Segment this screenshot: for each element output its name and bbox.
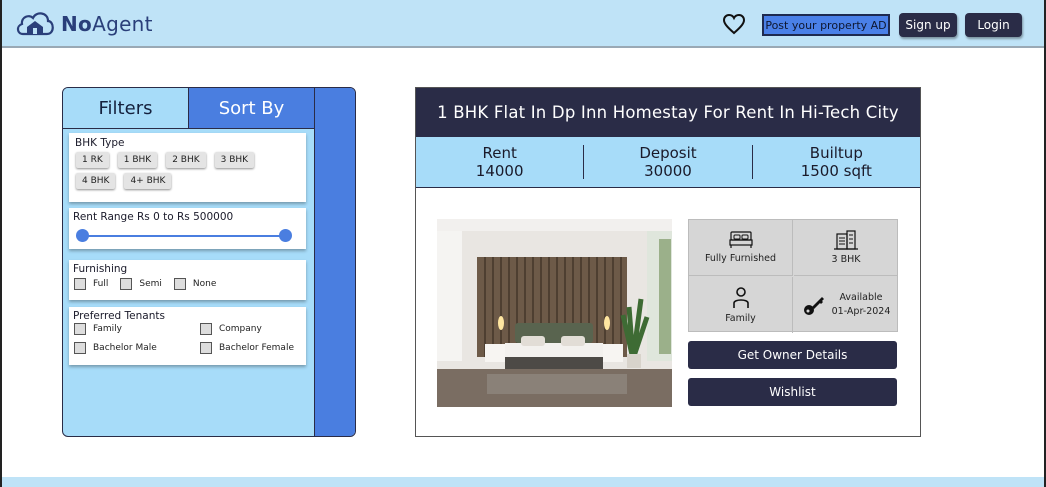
checkbox[interactable] [74,323,86,335]
builtup-stat: Builtup 1500 sqft [753,137,920,187]
bhk-feature-label: 3 BHK [831,254,861,265]
preferred-tenants-card: Preferred Tenants Family Company Bachelo… [69,307,306,365]
deposit-label: Deposit [639,144,697,162]
builtup-value: 1500 sqft [800,162,872,180]
furnishing-option-none[interactable]: None [173,278,216,290]
rent-range-card: Rent Range Rs 0 to Rs 500000 [69,208,306,249]
post-property-ad-button[interactable]: Post your property AD [762,14,890,36]
checkbox[interactable] [173,278,186,290]
bhk-feature: 3 BHK [794,220,898,276]
deposit-stat: Deposit 30000 [584,137,751,187]
checkbox[interactable] [200,342,212,354]
bhk-type-title: BHK Type [75,137,125,149]
footer-bar [2,477,1044,487]
bhk-chip-4bhk[interactable]: 4 BHK [76,173,116,189]
login-button[interactable]: Login [965,13,1022,37]
rent-label: Rent [482,144,517,162]
bhk-chip-4plus-bhk[interactable]: 4+ BHK [124,173,172,189]
bhk-chip-1rk[interactable]: 1 RK [76,152,109,168]
building-icon [834,230,858,250]
bhk-chip-1bhk[interactable]: 1 BHK [117,152,158,168]
furnishing-option-full[interactable]: Full [74,278,108,290]
filter-panel: Filters Sort By BHK Type 1 RK 1 BHK 2 BH… [62,87,356,437]
checkbox[interactable] [74,342,86,354]
checkbox[interactable] [120,278,133,290]
top-header: NoAgent Post your property AD Sign up Lo… [2,0,1044,48]
furnishing-option-semi[interactable]: Semi [120,278,162,290]
tenant-feature: Family [689,277,793,333]
bhk-chip-group: 1 RK 1 BHK 2 BHK 3 BHK 4 BHK 4+ BHK [75,152,300,189]
listing-title[interactable]: 1 BHK Flat In Dp Inn Homestay For Rent I… [416,88,920,136]
bhk-type-card: BHK Type 1 RK 1 BHK 2 BHK 3 BHK 4 BHK 4+… [69,133,306,202]
key-icon [803,297,824,315]
wishlist-button[interactable]: Wishlist [688,378,897,406]
rent-min-handle[interactable] [76,229,89,242]
side-strip [314,88,355,436]
tab-sort-by[interactable]: Sort By [189,88,314,129]
bed-icon [728,231,753,248]
preferred-tenants-title: Preferred Tenants [73,310,165,322]
tab-filters[interactable]: Filters [63,88,189,129]
checkbox[interactable] [200,323,212,335]
available-date: 01-Apr-2024 [831,306,891,317]
availability-feature: Available 01-Apr-2024 [794,277,898,333]
listing-stats-bar: Rent 14000 Deposit 30000 Builtup 1500 sq… [416,136,920,188]
logo-text: NoAgent [61,12,153,36]
property-listing-card: 1 BHK Flat In Dp Inn Homestay For Rent I… [415,87,921,437]
furnishing-feature-label: Fully Furnished [704,253,777,264]
furnishing-feature: Fully Furnished [689,220,793,276]
feature-grid: Fully Furnished 3 BHK Family Available 0… [688,219,898,333]
available-label: Available [839,292,883,303]
builtup-label: Builtup [809,144,863,162]
tenant-option-family[interactable]: Family [74,323,200,335]
furnishing-title: Furnishing [73,263,128,275]
rent-stat: Rent 14000 [416,137,583,187]
checkbox[interactable] [74,278,86,290]
deposit-value: 30000 [644,162,692,180]
get-owner-details-button[interactable]: Get Owner Details [688,341,897,369]
tenant-option-bachelor-male[interactable]: Bachelor Male [74,342,200,354]
property-photo[interactable] [437,219,672,407]
heart-icon[interactable] [722,13,746,35]
cloud-house-icon [16,12,54,36]
tenant-option-company[interactable]: Company [200,323,310,335]
bhk-chip-2bhk[interactable]: 2 BHK [166,152,206,168]
logo[interactable]: NoAgent [15,8,153,40]
rent-max-handle[interactable] [279,229,292,242]
rent-range-title: Rent Range Rs 0 to Rs 500000 [73,211,234,223]
furnishing-card: Furnishing Full Semi None [69,260,306,300]
signup-button[interactable]: Sign up [899,13,957,37]
tenant-option-bachelor-female[interactable]: Bachelor Female [200,342,310,354]
tenant-feature-label: Family [725,312,756,324]
bhk-chip-3bhk[interactable]: 3 BHK [214,152,255,168]
rent-value: 14000 [475,162,524,180]
rent-range-slider[interactable] [76,229,292,242]
person-icon [732,286,749,308]
